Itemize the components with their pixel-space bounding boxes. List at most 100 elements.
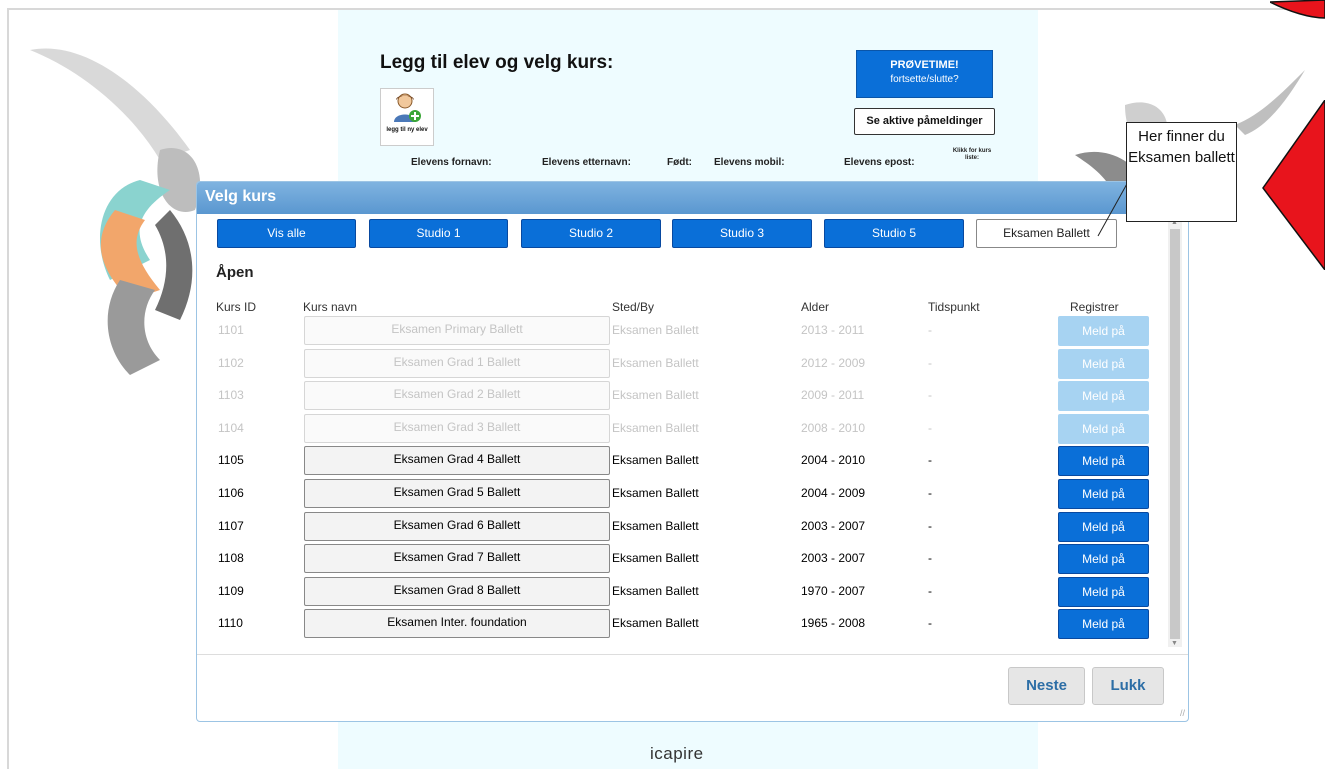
course-age: 2003 - 2007 [801, 518, 866, 533]
dialog-header[interactable]: Velg kurs [197, 182, 1188, 214]
course-id: 1107 [218, 518, 244, 533]
add-student-button[interactable]: legg til ny elev [380, 88, 434, 146]
table-row: 1101 Eksamen Primary Ballett Eksamen Balle… [197, 314, 1177, 346]
column-header-place: Sted/By [612, 300, 655, 314]
register-button[interactable]: Meld på [1058, 544, 1149, 575]
register-button[interactable]: Meld på [1058, 348, 1149, 379]
scroll-down-icon[interactable]: ▼ [1171, 640, 1178, 647]
table-row: 1109 Eksamen Grad 8 Ballett Eksamen Ballet… [197, 575, 1177, 607]
course-place: Eksamen Ballett [612, 323, 699, 337]
resize-grip-icon[interactable]: // [1180, 708, 1185, 718]
table-row: 1102 Eksamen Grad 1 Ballett Eksamen Ballet… [197, 347, 1177, 379]
course-time: - [928, 583, 932, 598]
mobile-label: Elevens mobil: [714, 157, 785, 168]
course-time: - [928, 355, 932, 370]
active-registrations-button[interactable]: Se aktive påmeldinger [854, 108, 995, 135]
born-label: Født: [667, 157, 692, 168]
add-student-label: legg til ny elev [386, 127, 428, 133]
dialog-title: Velg kurs [205, 188, 277, 205]
course-age: 2009 - 2011 [801, 388, 865, 403]
table-row: 1106 Eksamen Grad 5 Ballett Eksamen Ballet… [197, 477, 1177, 509]
course-age: 2003 - 2007 [801, 551, 866, 566]
table-row: 1103 Eksamen Grad 2 Ballett Eksamen Ballet… [197, 379, 1177, 412]
course-name[interactable]: Eksamen Grad 2 Ballett [304, 381, 610, 411]
table-row: 1105 Eksamen Grad 4 Ballett Eksamen Ballet… [197, 444, 1177, 477]
red-corner-icon [1270, 0, 1325, 19]
tab-vis-alle[interactable]: Vis alle [217, 219, 356, 248]
course-id: 1101 [218, 323, 244, 337]
tab-studio-5[interactable]: Studio 5 [824, 219, 964, 248]
red-arrow-icon [1262, 100, 1325, 270]
course-id: 1108 [218, 551, 244, 566]
course-age: 1965 - 2008 [801, 616, 866, 631]
register-button[interactable]: Meld på [1058, 511, 1149, 542]
course-name[interactable]: Eksamen Grad 1 Ballett [304, 348, 610, 378]
trial-lesson-title: PRØVETIME! [890, 59, 959, 71]
course-name[interactable]: Eksamen Grad 7 Ballett [304, 544, 610, 574]
column-header-time: Tidspunkt [928, 300, 980, 314]
brand-logo: icapire [650, 744, 704, 763]
tab-studio-1[interactable]: Studio 1 [369, 219, 508, 248]
tab-studio-2[interactable]: Studio 2 [521, 219, 661, 248]
course-age: 2012 - 2009 [801, 355, 866, 370]
course-id: 1105 [218, 453, 244, 468]
last-name-label: Elevens etternavn: [542, 157, 631, 168]
column-header-name: Kurs navn [303, 300, 358, 314]
table-row: 1108 Eksamen Grad 7 Ballett Eksamen Ballet… [197, 542, 1177, 575]
footer-divider [197, 654, 1188, 655]
register-button[interactable]: Meld på [1058, 381, 1149, 412]
course-age: 2008 - 2010 [801, 420, 866, 435]
column-header-register: Registrer [1070, 300, 1119, 314]
table-row: 1107 Eksamen Grad 6 Ballett Eksamen Ballet… [197, 510, 1177, 542]
course-place: Eksamen Ballett [612, 355, 699, 370]
course-age: 2004 - 2009 [801, 486, 866, 500]
course-place: Eksamen Ballett [612, 453, 699, 468]
register-button[interactable]: Meld på [1058, 413, 1149, 444]
add-user-icon [394, 93, 421, 122]
scrollbar[interactable]: ▲ ▼ [1168, 219, 1182, 647]
next-button[interactable]: Neste [1008, 667, 1085, 705]
course-name[interactable]: Eksamen Grad 3 Ballett [304, 413, 610, 443]
course-name[interactable]: Eksamen Grad 4 Ballett [304, 446, 610, 476]
register-button[interactable]: Meld på [1058, 446, 1149, 477]
email-label: Elevens epost: [844, 157, 915, 168]
course-place: Eksamen Ballett [612, 518, 699, 533]
course-age: 1970 - 2007 [801, 583, 866, 598]
course-time: - [928, 453, 932, 468]
close-button[interactable]: Lukk [1092, 667, 1164, 705]
first-name-label: Elevens fornavn: [411, 157, 492, 168]
course-time: - [928, 518, 932, 533]
course-place: Eksamen Ballett [612, 551, 699, 566]
trial-lesson-subtitle: fortsette/slutte? [890, 74, 959, 85]
course-age: 2004 - 2010 [801, 453, 866, 468]
course-place: Eksamen Ballett [612, 583, 699, 598]
table-row: 1110 Eksamen Inter. foundation Eksamen Bal… [197, 607, 1177, 640]
course-id: 1103 [218, 388, 244, 403]
course-place: Eksamen Ballett [612, 616, 699, 631]
column-header-age: Alder [801, 300, 830, 314]
course-id: 1104 [218, 420, 244, 435]
course-name[interactable]: Eksamen Primary Ballett [304, 316, 610, 345]
register-button[interactable]: Meld på [1058, 576, 1149, 607]
page-title: Legg til elev og velg kurs: [380, 52, 614, 73]
scroll-thumb[interactable] [1170, 229, 1180, 639]
course-name[interactable]: Eksamen Grad 6 Ballett [304, 511, 610, 541]
course-place: Eksamen Ballett [612, 486, 699, 500]
course-name[interactable]: Eksamen Grad 8 Ballett [304, 576, 610, 606]
section-label-open: Åpen [216, 264, 254, 281]
course-dialog: Velg kurs Vis alle Studio 1 Studio 2 Stu… [196, 181, 1189, 722]
course-place: Eksamen Ballett [612, 420, 699, 435]
course-name[interactable]: Eksamen Inter. foundation [304, 609, 610, 639]
course-place: Eksamen Ballett [612, 388, 699, 403]
register-button[interactable]: Meld på [1058, 479, 1149, 509]
register-button[interactable]: Meld på [1058, 316, 1149, 346]
course-time: - [928, 486, 932, 500]
trial-lesson-button[interactable]: PRØVETIME! fortsette/slutte? [856, 50, 993, 98]
course-name[interactable]: Eksamen Grad 5 Ballett [304, 479, 610, 508]
course-time: - [928, 551, 932, 566]
course-id: 1102 [218, 355, 244, 370]
column-header-id: Kurs ID [216, 300, 257, 314]
register-button[interactable]: Meld på [1058, 609, 1149, 640]
course-time: - [928, 616, 932, 631]
tab-studio-3[interactable]: Studio 3 [672, 219, 812, 248]
